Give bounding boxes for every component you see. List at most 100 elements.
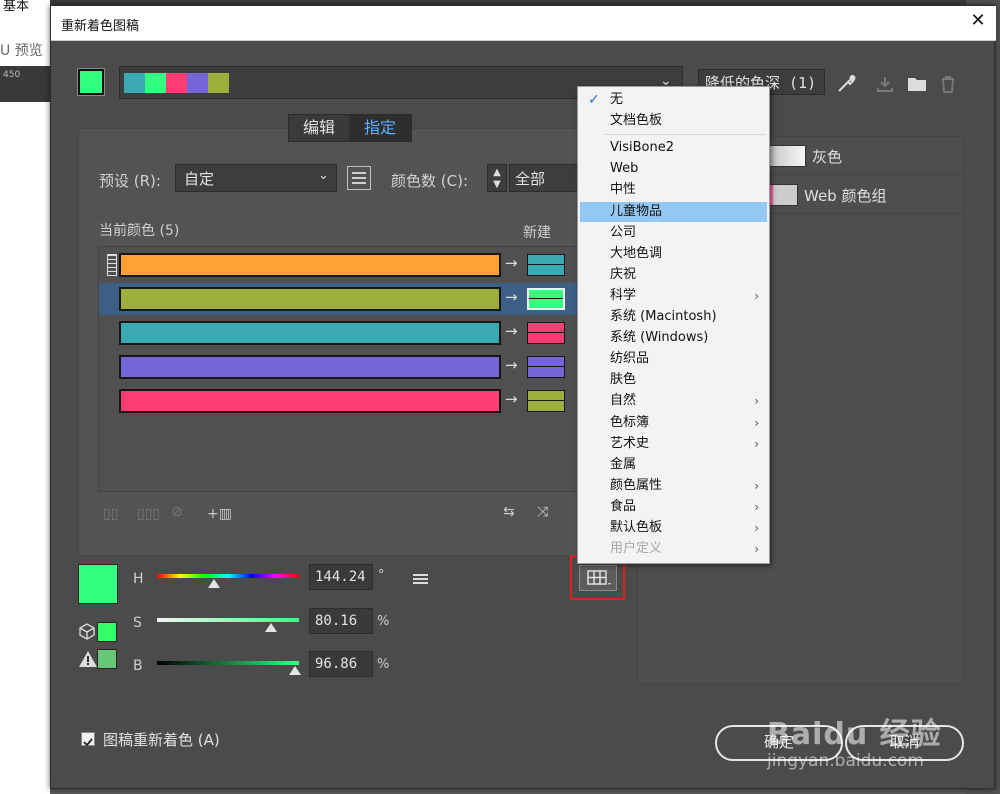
new-color-top (528, 323, 564, 333)
hue-slider[interactable] (157, 566, 299, 590)
menu-item[interactable]: 庆祝 (580, 265, 767, 285)
current-color-bar[interactable] (119, 355, 501, 379)
color-library-button[interactable] (579, 565, 617, 591)
active-color-large[interactable] (78, 564, 118, 604)
menu-item[interactable]: 金属 (580, 455, 767, 475)
new-color-top (528, 357, 564, 367)
menu-item[interactable]: 色标簿 › (580, 413, 767, 433)
menu-item[interactable]: 纺织品 (580, 349, 767, 369)
menu-item[interactable]: 公司 (580, 223, 767, 243)
arrow-right-icon[interactable]: → (505, 322, 518, 340)
menu-item[interactable]: 科学 › (580, 286, 767, 306)
menu-item[interactable]: 肤色 (580, 370, 767, 390)
menu-item[interactable]: 食品 › (580, 497, 767, 517)
menu-item-label: 无 (610, 92, 624, 107)
new-color-swatch[interactable] (527, 356, 565, 378)
active-color-swatch[interactable] (78, 69, 104, 95)
menu-item[interactable]: 中性 (580, 180, 767, 200)
menu-item-label: 用户定义 (610, 541, 663, 557)
preset-dropdown[interactable]: 自定 ⌄ (175, 164, 337, 192)
arrow-right-icon[interactable]: → (505, 288, 518, 306)
color-row[interactable]: → (99, 351, 629, 383)
arrow-right-icon[interactable]: → (505, 356, 518, 374)
harmony-swatch (145, 73, 166, 93)
tab-edit[interactable]: 编辑 (289, 115, 349, 141)
menu-item[interactable]: 颜色属性 › (580, 476, 767, 496)
menu-item[interactable]: Web (580, 159, 767, 179)
menu-item-label: 食品 (610, 498, 637, 514)
preset-label: 预设 (R): (99, 172, 161, 190)
current-color-bar[interactable] (119, 253, 501, 277)
arrow-right-icon[interactable]: → (505, 254, 518, 272)
brightness-field[interactable]: 96.86 (309, 651, 373, 677)
colors-count-field[interactable]: 全部 (509, 164, 579, 192)
color-row[interactable]: → (99, 317, 629, 349)
arrow-right-icon[interactable]: → (505, 390, 518, 408)
menu-item[interactable]: 默认色板 › (580, 518, 767, 538)
saturation-slider-track (157, 618, 299, 622)
gamut-swatch[interactable] (97, 649, 117, 669)
menu-item[interactable]: 系统 (Macintosh) (580, 307, 767, 327)
web-safe-swatch[interactable] (97, 622, 117, 642)
merge-colors-icon[interactable]: ▯▯ (103, 506, 118, 522)
menu-item[interactable]: 自然 › (580, 391, 767, 411)
current-color-bar[interactable] (119, 389, 501, 413)
menu-item-label: 系统 (Macintosh) (610, 309, 717, 324)
new-color-swatch[interactable] (527, 322, 565, 344)
trash-icon[interactable] (938, 74, 958, 94)
menu-item-label: 科学 (610, 287, 637, 303)
current-colors-header: 当前颜色 (5) (99, 223, 180, 239)
folder-icon[interactable] (906, 74, 928, 94)
saturation-label: S (133, 615, 142, 631)
menu-item-label: 儿童物品 (610, 203, 663, 219)
color-row[interactable]: → (99, 283, 629, 315)
randomize-saturation-icon[interactable]: ⤨ (537, 504, 548, 520)
tab-assign[interactable]: 指定 (349, 115, 411, 141)
hue-slider-track (157, 574, 299, 578)
color-row[interactable]: → (99, 385, 629, 417)
new-row-icon[interactable]: +▥ (207, 506, 232, 522)
hue-field[interactable]: 144.24 (309, 564, 373, 590)
randomize-order-icon[interactable]: ⇆ (503, 504, 515, 520)
brightness-slider[interactable] (157, 653, 301, 677)
hue-slider-thumb[interactable] (207, 579, 220, 588)
menu-item[interactable]: 系统 (Windows) (580, 328, 767, 348)
menu-item[interactable]: VisiBone2 (580, 138, 767, 158)
current-color-bar[interactable] (119, 287, 501, 311)
eyedropper-icon[interactable] (836, 72, 858, 94)
separate-colors-icon[interactable]: ▯▯▯ (137, 506, 160, 522)
menu-item-label: Web (610, 161, 639, 177)
saturation-slider-thumb[interactable] (264, 623, 277, 632)
colors-count-stepper[interactable]: ▲ ▼ (487, 164, 507, 192)
menu-item-label: 金属 (610, 456, 637, 472)
color-row[interactable]: → (99, 249, 629, 281)
new-color-swatch[interactable] (527, 390, 565, 412)
saturation-slider[interactable] (157, 610, 299, 634)
new-color-swatch[interactable] (527, 254, 565, 276)
chevron-right-icon: › (754, 394, 759, 409)
menu-item[interactable]: 用户定义 › (580, 539, 767, 559)
row-handle-icon[interactable] (107, 254, 117, 276)
menu-item[interactable]: 大地色调 (580, 244, 767, 264)
menu-item[interactable]: ✓ 无 (580, 90, 767, 110)
menu-item-label: 文档色板 (610, 113, 663, 129)
menu-item-label: 公司 (610, 224, 637, 240)
hsb-menu-icon[interactable] (412, 571, 430, 585)
preset-options-icon[interactable] (347, 166, 371, 190)
new-color-swatch[interactable] (527, 288, 565, 310)
menu-item-label: 系统 (Windows) (610, 330, 709, 346)
exclude-colors-icon[interactable]: ⊘ (171, 504, 183, 520)
menu-item[interactable]: 儿童物品 (580, 201, 767, 222)
save-group-icon[interactable] (875, 74, 895, 94)
saturation-field[interactable]: 80.16 (309, 608, 373, 634)
workspace-menu[interactable]: 基本 (0, 0, 33, 14)
current-color-bar[interactable] (119, 321, 501, 345)
gray-group-swatches (768, 145, 806, 167)
menu-item[interactable]: 文档色板 (580, 111, 767, 131)
cube-icon (78, 622, 96, 640)
recolor-checkbox[interactable] (81, 732, 95, 747)
close-icon[interactable]: ✕ (967, 10, 989, 31)
brightness-slider-thumb[interactable] (288, 666, 301, 675)
chevron-right-icon: › (754, 436, 759, 451)
menu-item[interactable]: 艺术史 › (580, 434, 767, 454)
